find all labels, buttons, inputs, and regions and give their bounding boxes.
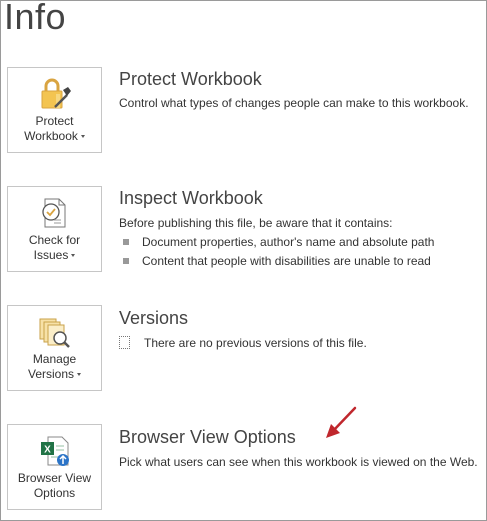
protect-button-line2: Workbook (24, 129, 78, 143)
inspect-workbook-title: Inspect Workbook (119, 188, 263, 208)
chevron-down-icon (80, 135, 85, 139)
manage-versions-button[interactable]: Manage Versions (7, 305, 102, 391)
inspect-button-line1: Check for (28, 233, 81, 247)
versions-note: There are no previous versions of this f… (119, 336, 367, 350)
chevron-down-icon (77, 373, 82, 377)
protect-workbook-description: Control what types of changes people can… (119, 96, 469, 110)
browser-button-line2: Options (33, 486, 76, 500)
page-title: Info (4, 0, 67, 37)
chevron-down-icon (71, 254, 76, 258)
list-item: Document properties, author's name and a… (123, 235, 434, 249)
browser-view-options-button[interactable]: X Browser View Options (7, 424, 102, 510)
protect-workbook-title: Protect Workbook (119, 69, 262, 89)
browser-button-line1: Browser View (17, 471, 92, 485)
inspect-workbook-description: Before publishing this file, be aware th… (119, 216, 393, 230)
inspect-document-icon (42, 198, 66, 228)
inspect-button-line2: Issues (33, 248, 69, 262)
bullet-square-icon (123, 258, 129, 264)
document-icon (119, 336, 130, 349)
excel-web-icon: X (41, 436, 69, 466)
lock-key-icon (41, 78, 71, 109)
versions-magnifier-icon (39, 318, 70, 348)
check-for-issues-button[interactable]: Check for Issues (7, 186, 102, 272)
browser-view-options-title: Browser View Options (119, 427, 296, 447)
svg-text:X: X (44, 445, 51, 456)
versions-title: Versions (119, 308, 189, 328)
browser-view-options-description: Pick what users can see when this workbo… (119, 455, 478, 469)
bullet-square-icon (123, 239, 129, 245)
protect-workbook-button[interactable]: Protect Workbook (7, 67, 102, 153)
red-arrow-icon (326, 406, 357, 438)
versions-button-line2: Versions (27, 367, 75, 381)
list-item: Content that people with disabilities ar… (123, 254, 431, 268)
versions-button-line1: Manage (32, 352, 77, 366)
protect-button-line1: Protect (35, 114, 74, 128)
